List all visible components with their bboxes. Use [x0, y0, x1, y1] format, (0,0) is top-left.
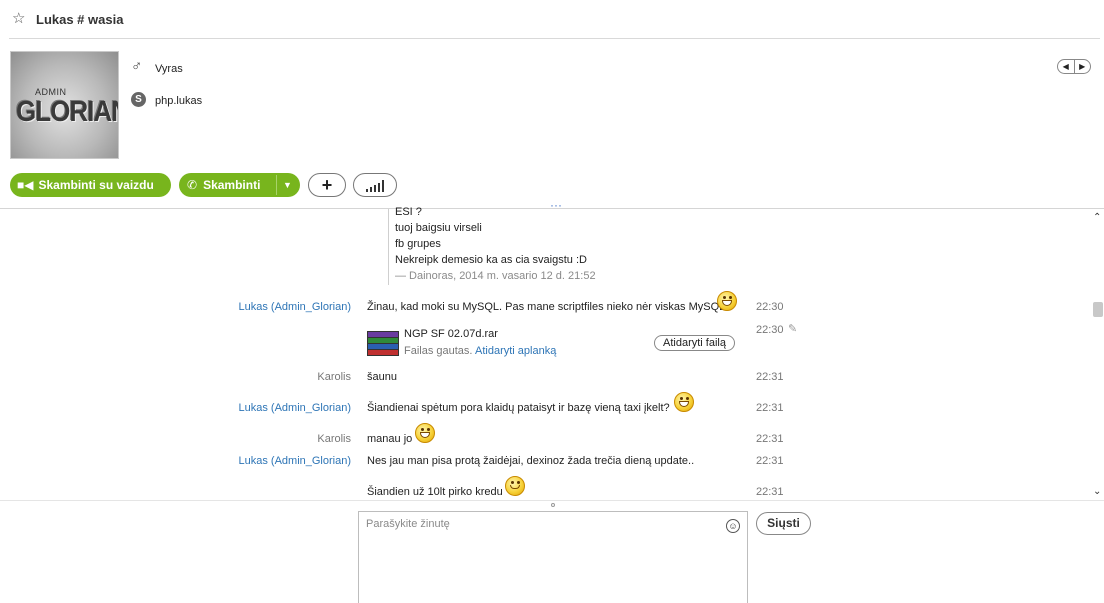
call-button-divider: [276, 175, 277, 195]
avatar-text-big: GLORIAN: [16, 94, 119, 128]
message-sender[interactable]: Lukas (Admin_Glorian): [239, 402, 352, 414]
message-time: 22:31: [756, 433, 784, 445]
add-button[interactable]: +: [308, 173, 346, 197]
header-divider: [9, 38, 1100, 39]
skype-name: php.lukas: [155, 95, 203, 107]
message-time: 22:31: [756, 486, 784, 498]
favorite-star-icon[interactable]: ☆: [12, 11, 28, 27]
quote-bar: [388, 209, 389, 285]
rar-archive-icon[interactable]: [367, 331, 399, 357]
pencil-icon[interactable]: ✎: [788, 322, 797, 335]
signal-bars-icon: [366, 180, 386, 192]
laugh-emoji-icon: [674, 392, 694, 412]
laugh-emoji-icon: [415, 423, 435, 443]
message-text: Nes jau man pisa protą žaidėjai, dexinoz…: [367, 455, 695, 467]
gender-label: Vyras: [155, 63, 183, 75]
chat-divider: [0, 208, 1104, 209]
male-icon: ♂: [131, 58, 143, 75]
avatar[interactable]: ADMIN GLORIAN: [10, 51, 119, 159]
message-sender[interactable]: Karolis: [317, 433, 351, 445]
call-label: Skambinti: [203, 178, 261, 192]
message-text: šaunu: [367, 371, 397, 383]
message-text: Šiandienai spėtum pora klaidų pataisyt i…: [367, 402, 670, 414]
message-time: 22:31: [756, 402, 784, 414]
laugh-emoji-icon: [717, 291, 737, 311]
scroll-down-icon[interactable]: ⌄: [1093, 486, 1101, 497]
call-quality-button[interactable]: [353, 173, 397, 197]
quote-line: Nekreipk demesio ka as cia svaigstu :D: [395, 254, 587, 266]
scroll-up-icon[interactable]: ⌃: [1093, 212, 1101, 223]
profile-nav-arrows[interactable]: ◀ ▶: [1057, 59, 1091, 74]
skype-icon: S: [131, 92, 146, 107]
scrollbar-thumb[interactable]: [1093, 302, 1103, 317]
message-time: 22:31: [756, 371, 784, 383]
chevron-down-icon[interactable]: ▼: [283, 173, 292, 197]
message-text: manau jo: [367, 433, 413, 445]
quote-line: fb grupes: [395, 238, 441, 250]
quote-line: tuoj baigsiu virseli: [395, 222, 482, 234]
video-call-button[interactable]: ■◀ Skambinti su vaizdu: [10, 173, 171, 197]
message-text: Žinau, kad moki su MySQL. Pas mane scrip…: [367, 301, 729, 313]
compose-divider: [0, 500, 1104, 501]
video-camera-icon: ■◀: [17, 178, 34, 192]
message-input[interactable]: [366, 518, 716, 530]
message-sender[interactable]: Karolis: [317, 371, 351, 383]
load-more-dots[interactable]: ···: [550, 198, 562, 212]
smile-emoji-icon: [505, 476, 525, 496]
message-text: Šiandien už 10lt pirko kredu: [367, 486, 503, 498]
quote-meta: — Dainoras, 2014 m. vasario 12 d. 21:52: [395, 270, 596, 282]
file-status: Failas gautas.: [404, 345, 473, 357]
emoji-picker-icon[interactable]: ☺: [726, 519, 740, 533]
message-time: 22:30: [756, 324, 784, 336]
phone-icon: ✆: [187, 178, 198, 192]
resize-handle[interactable]: [551, 503, 555, 507]
message-time: 22:31: [756, 455, 784, 467]
quote-line: ESI ?: [395, 206, 422, 218]
file-name[interactable]: NGP SF 02.07d.rar: [404, 328, 498, 340]
send-button[interactable]: Siųsti: [756, 512, 811, 535]
open-file-button[interactable]: Atidaryti failą: [654, 335, 735, 351]
call-button[interactable]: ✆ Skambinti ▼: [179, 173, 300, 197]
message-time: 22:30: [756, 301, 784, 313]
message-sender[interactable]: Lukas (Admin_Glorian): [239, 301, 352, 313]
arrow-right-icon[interactable]: ▶: [1075, 60, 1091, 73]
message-sender[interactable]: Lukas (Admin_Glorian): [239, 455, 352, 467]
video-call-label: Skambinti su vaizdu: [38, 178, 154, 192]
open-folder-link[interactable]: Atidaryti aplanką: [475, 345, 556, 357]
message-compose-box[interactable]: ☺: [358, 511, 748, 603]
arrow-left-icon[interactable]: ◀: [1058, 60, 1075, 73]
conversation-title: Lukas # wasia: [36, 12, 124, 27]
